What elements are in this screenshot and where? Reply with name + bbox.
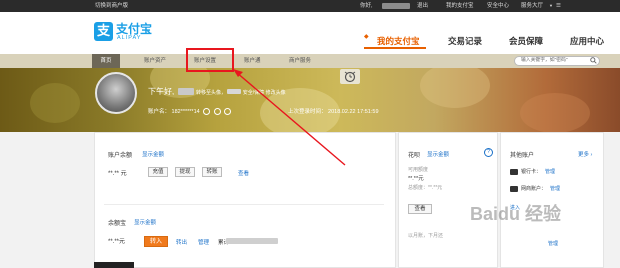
bottom-strip: [94, 262, 134, 268]
watermark: Baidu 经验: [470, 204, 562, 224]
